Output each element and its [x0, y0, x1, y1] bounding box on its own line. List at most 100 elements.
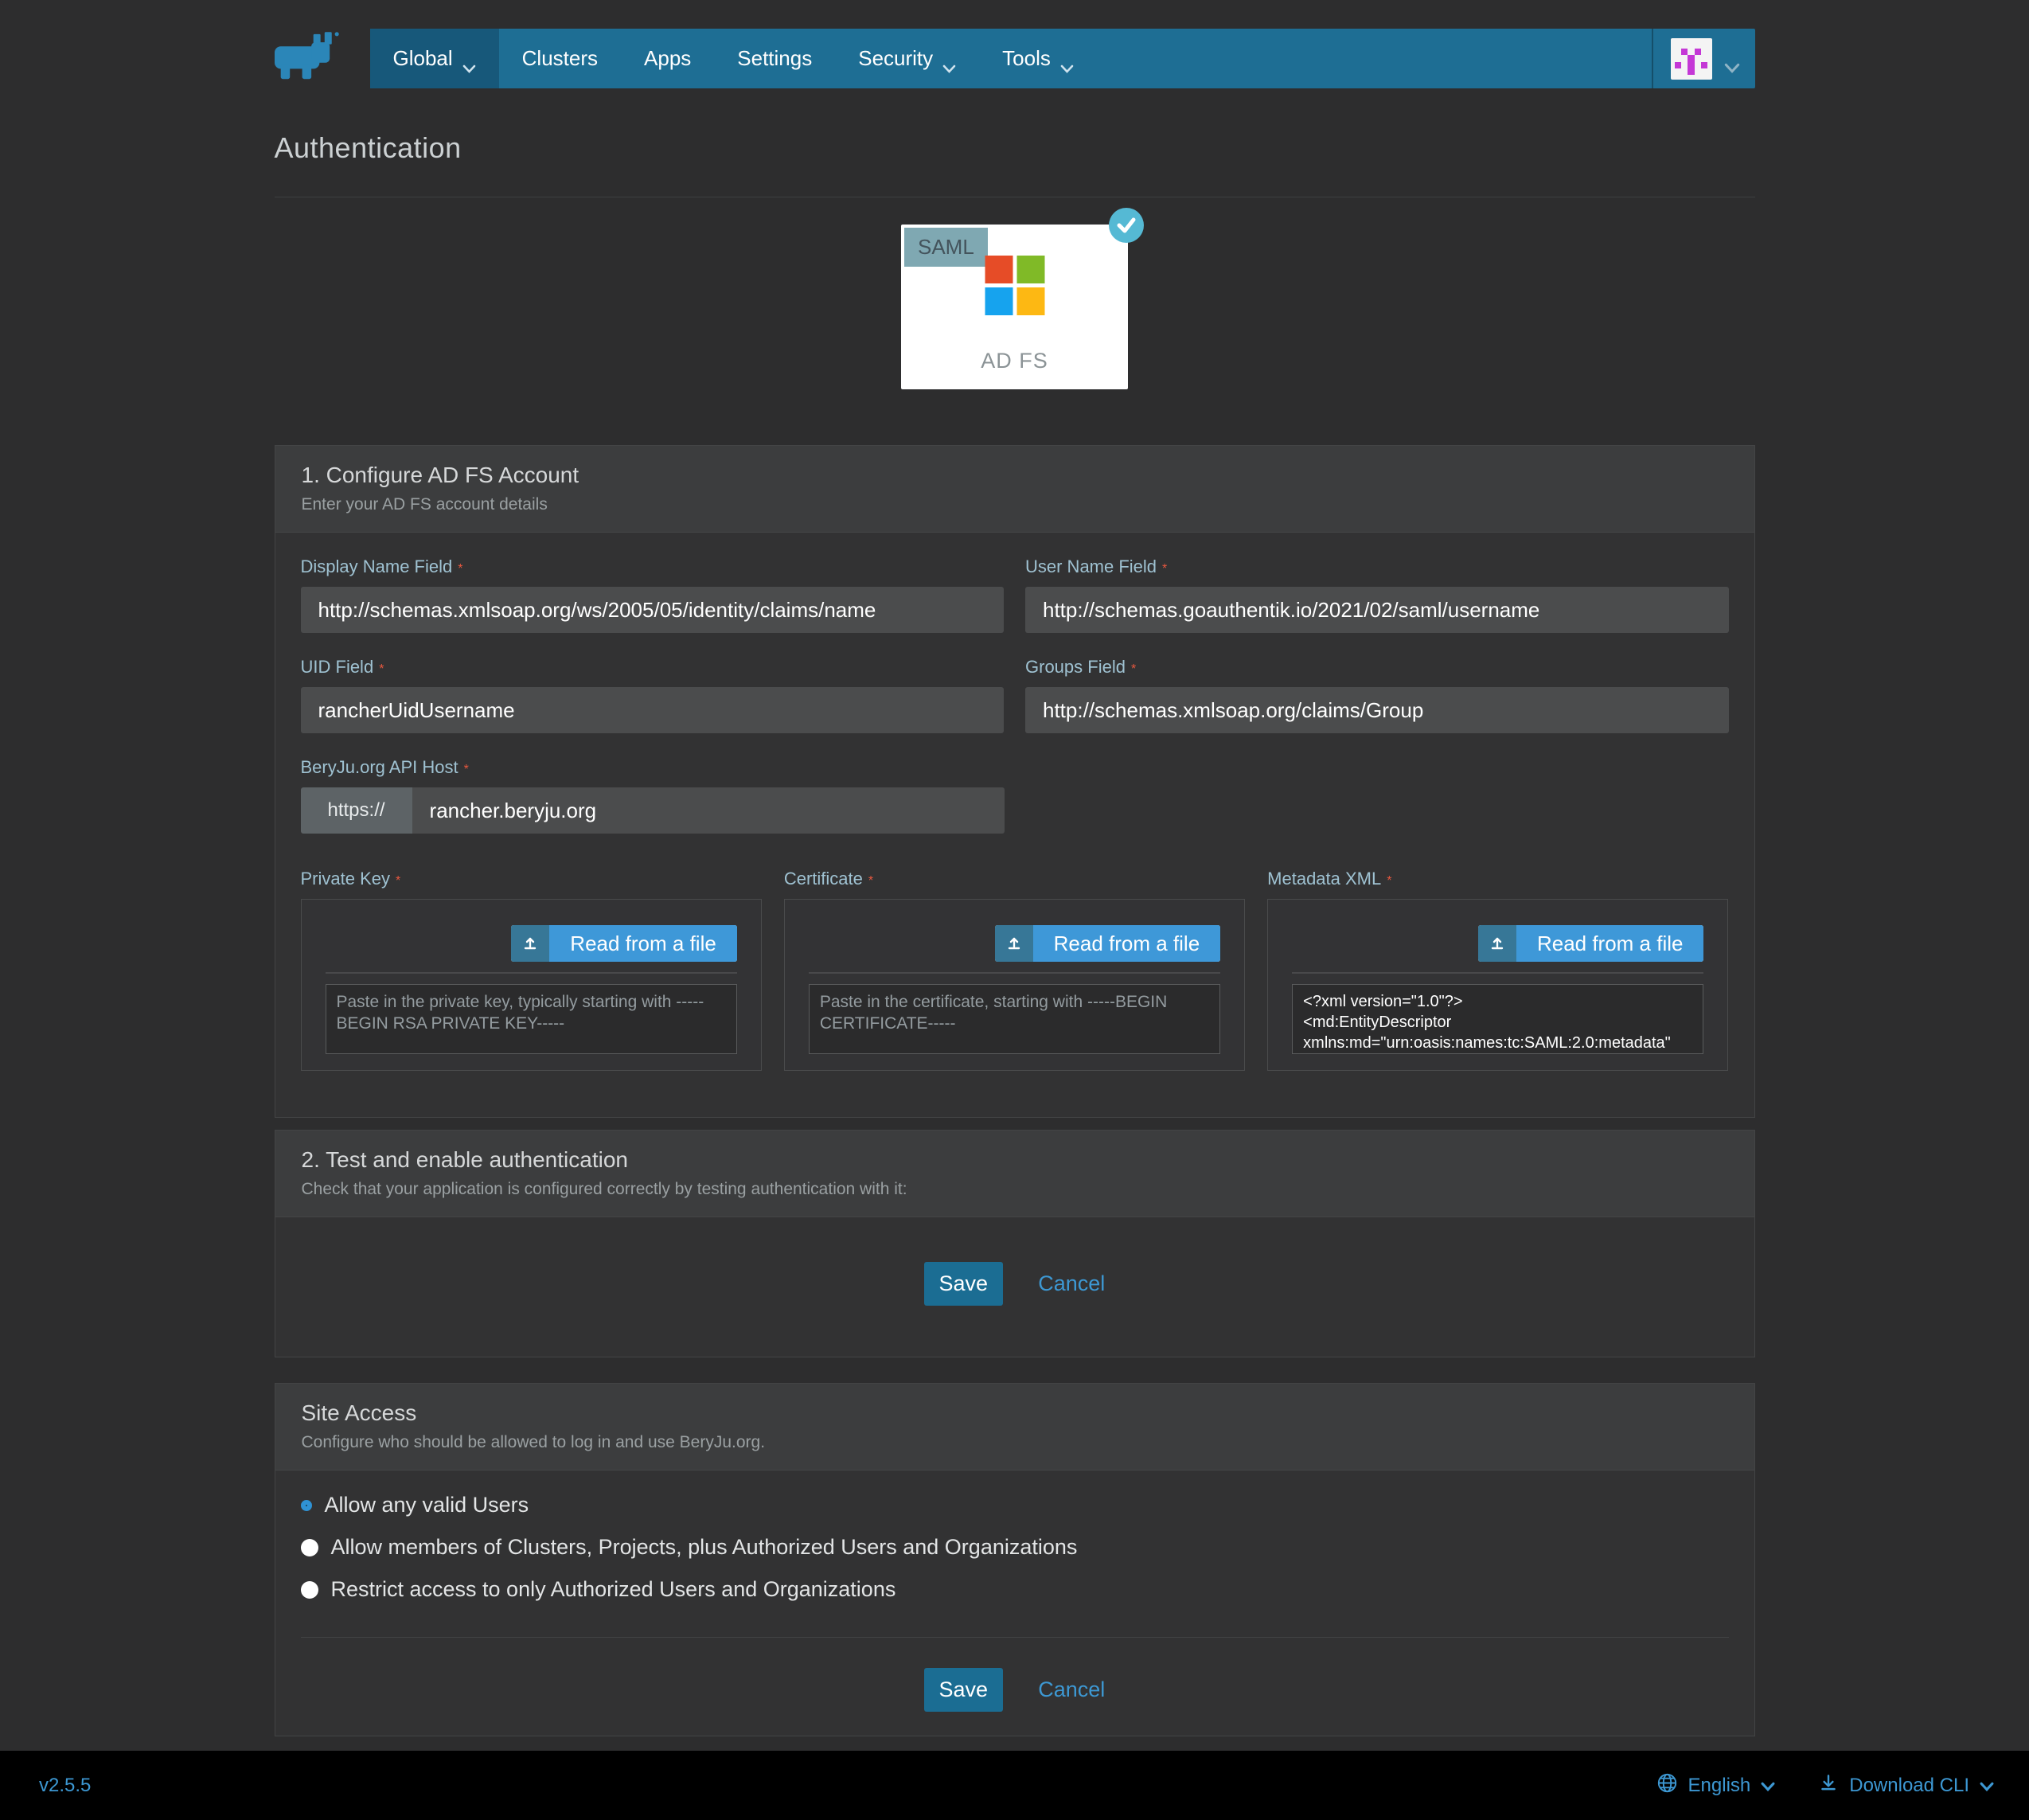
save-button[interactable]: Save — [924, 1262, 1003, 1306]
footer: v2.5.5 English Download CLI — [0, 1751, 2029, 1820]
upload-divider — [809, 972, 1220, 974]
api-host-input[interactable] — [412, 787, 1005, 834]
certificate-read-file-button[interactable]: Read from a file — [995, 925, 1221, 962]
metadata-xml-label: Metadata XML — [1267, 869, 1381, 889]
required-marker: * — [379, 662, 384, 676]
language-label: English — [1688, 1775, 1751, 1797]
radio-allow-members-clusters-projects[interactable]: Allow members of Clusters, Projects, plu… — [301, 1535, 1729, 1560]
site-access-header: Site Access Configure who should be allo… — [275, 1384, 1754, 1470]
selected-check-badge — [1109, 208, 1144, 243]
main-navbar: Global Clusters Apps Settings Security — [370, 29, 1755, 88]
cancel-link[interactable]: Cancel — [1038, 1271, 1105, 1295]
section-configure-header: 1. Configure AD FS Account Enter your AD… — [275, 446, 1754, 533]
groups-label: Groups Field — [1025, 657, 1126, 677]
site-access-actions: Save Cancel — [275, 1638, 1754, 1736]
user-name-label: User Name Field — [1025, 557, 1157, 576]
certificate-textarea[interactable] — [809, 984, 1220, 1054]
nav-menu-apps-label: Apps — [644, 46, 691, 71]
nav-menu-clusters[interactable]: Clusters — [499, 29, 621, 88]
rancher-logo[interactable] — [275, 32, 370, 85]
section-site-access: Site Access Configure who should be allo… — [275, 1383, 1755, 1736]
private-key-box: Read from a file — [301, 899, 762, 1071]
user-name-input[interactable] — [1025, 587, 1729, 633]
nav-menu-security[interactable]: Security — [835, 29, 979, 88]
field-certificate: Certificate * Read from a file — [784, 869, 1245, 1071]
https-prefix-addon: https:// — [301, 787, 412, 834]
required-marker: * — [1162, 562, 1167, 576]
nav-menu-settings[interactable]: Settings — [714, 29, 835, 88]
nav-menu-security-label: Security — [858, 46, 933, 71]
radio-allow-any-valid-users[interactable]: Allow any valid Users — [301, 1493, 1729, 1517]
rancher-cow-icon — [275, 32, 340, 85]
nav-menu-tools-label: Tools — [1002, 46, 1051, 71]
certificate-label: Certificate — [784, 869, 863, 889]
language-selector[interactable]: English — [1656, 1772, 1776, 1799]
radio-unselected-icon[interactable] — [301, 1539, 318, 1556]
uid-input[interactable] — [301, 687, 1005, 733]
section-configure-body: Display Name Field * User Name Field * UID… — [275, 557, 1754, 1117]
download-cli-menu[interactable]: Download CLI — [1818, 1772, 1994, 1799]
avatar[interactable] — [1671, 38, 1712, 80]
nav-menu-apps[interactable]: Apps — [621, 29, 714, 88]
section-test-actions: Save Cancel — [275, 1217, 1754, 1357]
section-test-header: 2. Test and enable authentication Check … — [275, 1131, 1754, 1217]
certificate-box: Read from a file — [784, 899, 1245, 1071]
chevron-down-icon — [942, 54, 956, 63]
microsoft-logo-icon — [985, 256, 1044, 315]
field-metadata-xml: Metadata XML* Read from a file <?xml ve — [1267, 869, 1728, 1071]
groups-input[interactable] — [1025, 687, 1729, 733]
top-bar: Global Clusters Apps Settings Security — [275, 29, 1755, 88]
radio-label: Restrict access to only Authorized Users… — [331, 1577, 896, 1602]
footer-right: English Download CLI — [1656, 1772, 1994, 1799]
site-access-body: Allow any valid Users Allow members of C… — [275, 1493, 1754, 1638]
nav-menu-global[interactable]: Global — [370, 29, 499, 88]
version-label: v2.5.5 — [39, 1775, 91, 1797]
nav-menu-settings-label: Settings — [737, 46, 812, 71]
section-test-subtitle: Check that your application is configure… — [302, 1180, 1728, 1199]
display-name-input[interactable] — [301, 587, 1005, 633]
private-key-read-file-label: Read from a file — [549, 925, 737, 962]
private-key-read-file-button[interactable]: Read from a file — [511, 925, 737, 962]
field-user-name: User Name Field * — [1025, 557, 1729, 633]
protocol-badge: SAML — [904, 228, 988, 267]
radio-label: Allow any valid Users — [325, 1493, 529, 1517]
page-title: Authentication — [275, 131, 1755, 165]
nav-menu-clusters-label: Clusters — [522, 46, 598, 71]
download-cli-label: Download CLI — [1849, 1775, 1969, 1797]
required-marker: * — [396, 874, 400, 888]
section-test-title: 2. Test and enable authentication — [302, 1147, 1728, 1173]
version-link[interactable]: v2.5.5 — [39, 1775, 91, 1797]
upload-icon — [511, 925, 549, 962]
upload-divider — [1292, 972, 1703, 974]
user-menu[interactable] — [1652, 29, 1755, 88]
radio-unselected-icon[interactable] — [301, 1581, 318, 1599]
radio-selected-icon[interactable] — [301, 1500, 312, 1511]
nav-menu-tools[interactable]: Tools — [979, 29, 1097, 88]
chevron-down-icon — [1761, 1775, 1775, 1797]
chevron-down-icon — [462, 54, 476, 63]
required-marker: * — [1131, 662, 1136, 676]
api-host-label: BeryJu.org API Host — [301, 757, 458, 777]
required-marker: * — [458, 562, 462, 576]
display-name-label: Display Name Field — [301, 557, 453, 576]
cancel-link[interactable]: Cancel — [1038, 1677, 1105, 1701]
private-key-textarea[interactable] — [326, 984, 737, 1054]
upload-divider — [326, 972, 737, 974]
metadata-xml-read-file-button[interactable]: Read from a file — [1478, 925, 1704, 962]
required-marker: * — [868, 874, 873, 888]
radio-restrict-authorized-only[interactable]: Restrict access to only Authorized Users… — [301, 1577, 1729, 1602]
field-api-host: BeryJu.org API Host * https:// — [301, 757, 1005, 834]
provider-card-adfs[interactable]: SAML AD FS — [901, 225, 1128, 389]
site-access-title: Site Access — [302, 1400, 1728, 1426]
metadata-xml-textarea[interactable]: <?xml version="1.0"?> <md:EntityDescript… — [1292, 984, 1703, 1054]
required-marker: * — [464, 763, 469, 776]
section-test-enable: 2. Test and enable authentication Check … — [275, 1130, 1755, 1357]
page-content: Global Clusters Apps Settings Security — [275, 29, 1755, 1736]
save-button[interactable]: Save — [924, 1668, 1003, 1712]
chevron-down-icon — [1724, 54, 1738, 63]
field-uid: UID Field * — [301, 657, 1005, 733]
radio-label: Allow members of Clusters, Projects, plu… — [331, 1535, 1078, 1560]
uid-label: UID Field — [301, 657, 374, 677]
metadata-xml-read-file-label: Read from a file — [1516, 925, 1704, 962]
field-groups: Groups Field * — [1025, 657, 1729, 733]
